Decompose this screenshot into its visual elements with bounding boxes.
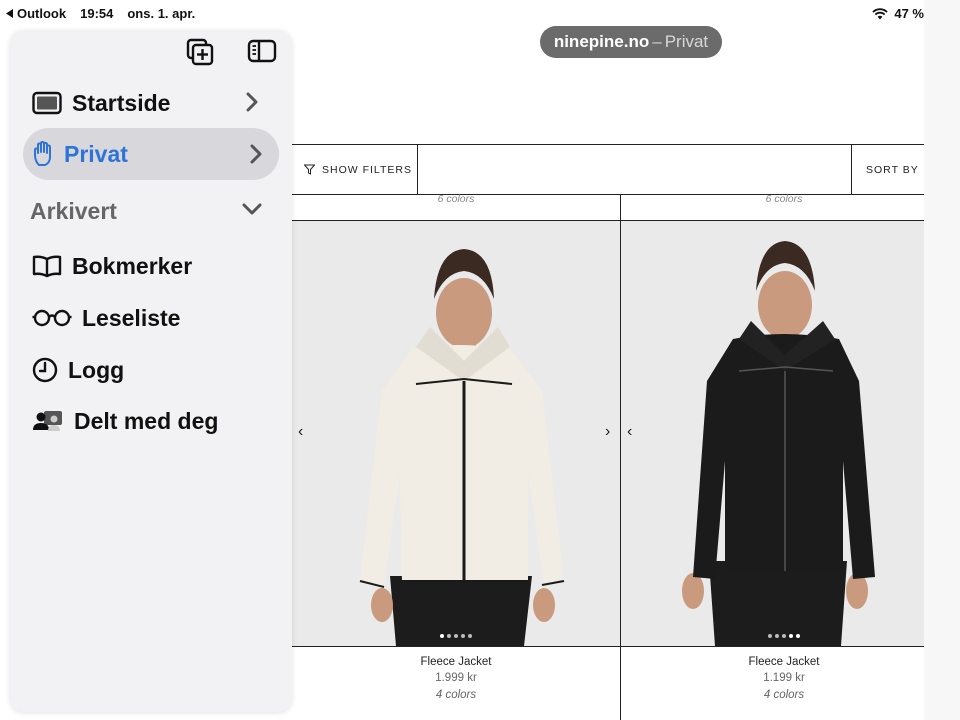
sort-by-label: SORT BY xyxy=(866,163,919,176)
clock-icon xyxy=(32,357,58,383)
sidebar-item-startside[interactable]: Startside xyxy=(32,78,272,128)
tablet-icon xyxy=(32,91,62,115)
product-colors-count: 6 colors xyxy=(437,193,475,205)
shared-people-icon xyxy=(33,411,62,431)
product-image-fleece-jacket-black[interactable] xyxy=(621,221,924,646)
sidebar-item-label: Delt med deg xyxy=(74,407,219,434)
product-price: 1.199 kr xyxy=(763,672,805,684)
product-name: Fleece Jacket xyxy=(420,656,492,668)
date-label: ons. 1. apr. xyxy=(127,6,196,21)
sidebar-item-label: Bokmerker xyxy=(72,252,193,279)
battery-percent: 47 % xyxy=(894,6,924,21)
clock-time: 19:54 xyxy=(80,6,114,21)
divider xyxy=(417,145,418,194)
image-prev-arrow[interactable]: ‹ xyxy=(298,423,303,441)
sort-by-button[interactable]: SORT BY xyxy=(866,145,919,194)
sidebar-item-label: Leseliste xyxy=(82,304,181,331)
product-card-info[interactable]: Fleece Jacket 1.199 kr 4 colors xyxy=(624,656,944,701)
sidebar-item-label: Privat xyxy=(64,140,128,167)
section-title: Arkivert xyxy=(30,198,117,224)
divider xyxy=(851,145,852,194)
show-filters-label: SHOW FILTERS xyxy=(322,163,412,176)
back-to-app-button[interactable]: Outlook xyxy=(6,6,66,21)
glasses-icon xyxy=(32,309,72,327)
chevron-right-icon xyxy=(250,144,262,164)
image-pagination-dots xyxy=(768,634,800,638)
filter-bar: SHOW FILTERS SORT BY xyxy=(292,144,924,195)
filter-icon xyxy=(304,164,315,175)
model-wearing-cream-jacket xyxy=(292,221,620,646)
sidebar-item-label: Startside xyxy=(72,89,171,116)
page-edge xyxy=(924,0,960,720)
tab-groups-sidebar: Startside Privat Arkivert Bokmerker Lese… xyxy=(10,30,292,712)
new-tab-group-icon[interactable] xyxy=(186,38,214,66)
sidebar-item-leseliste[interactable]: Leseliste xyxy=(32,293,272,343)
book-icon xyxy=(32,255,62,278)
hand-icon xyxy=(34,141,51,166)
sidebar-item-delt-med-deg[interactable]: Delt med deg xyxy=(32,396,272,446)
sidebar-toggle-icon[interactable] xyxy=(247,38,277,64)
image-prev-arrow[interactable]: ‹ xyxy=(627,423,632,441)
address-mode: Privat xyxy=(664,32,709,51)
product-name: Fleece Jacket xyxy=(748,656,820,668)
product-card-info[interactable]: Fleece Jacket 1.999 kr 4 colors xyxy=(296,656,616,701)
model-wearing-black-jacket xyxy=(621,221,924,646)
wifi-icon xyxy=(872,7,889,19)
status-bar: Outlook 19:54 ons. 1. apr. 47 % xyxy=(0,0,960,28)
chevron-down-icon xyxy=(242,203,262,215)
grid-divider xyxy=(292,646,924,647)
back-triangle-icon xyxy=(6,9,13,18)
product-image-fleece-jacket-cream[interactable] xyxy=(292,221,620,646)
image-pagination-dots xyxy=(440,634,472,638)
image-next-arrow[interactable]: › xyxy=(605,423,610,441)
product-colors-count: 6 colors xyxy=(765,193,803,205)
chevron-right-icon xyxy=(246,92,258,112)
sidebar-item-logg[interactable]: Logg xyxy=(32,345,272,395)
back-app-label: Outlook xyxy=(17,6,67,21)
product-price: 1.999 kr xyxy=(435,672,477,684)
sidebar-item-privat[interactable]: Privat xyxy=(23,128,279,180)
address-domain: ninepine.no xyxy=(553,32,650,51)
product-colors-count: 4 colors xyxy=(435,689,477,701)
section-header-arkivert[interactable]: Arkivert xyxy=(30,198,270,225)
address-bar[interactable]: ninepine.no – Privat xyxy=(540,26,722,58)
sidebar-item-bokmerker[interactable]: Bokmerker xyxy=(32,241,272,291)
show-filters-button[interactable]: SHOW FILTERS xyxy=(304,145,412,194)
address-separator: – xyxy=(652,32,662,51)
product-colors-count: 4 colors xyxy=(763,689,805,701)
sidebar-item-label: Logg xyxy=(68,356,125,383)
